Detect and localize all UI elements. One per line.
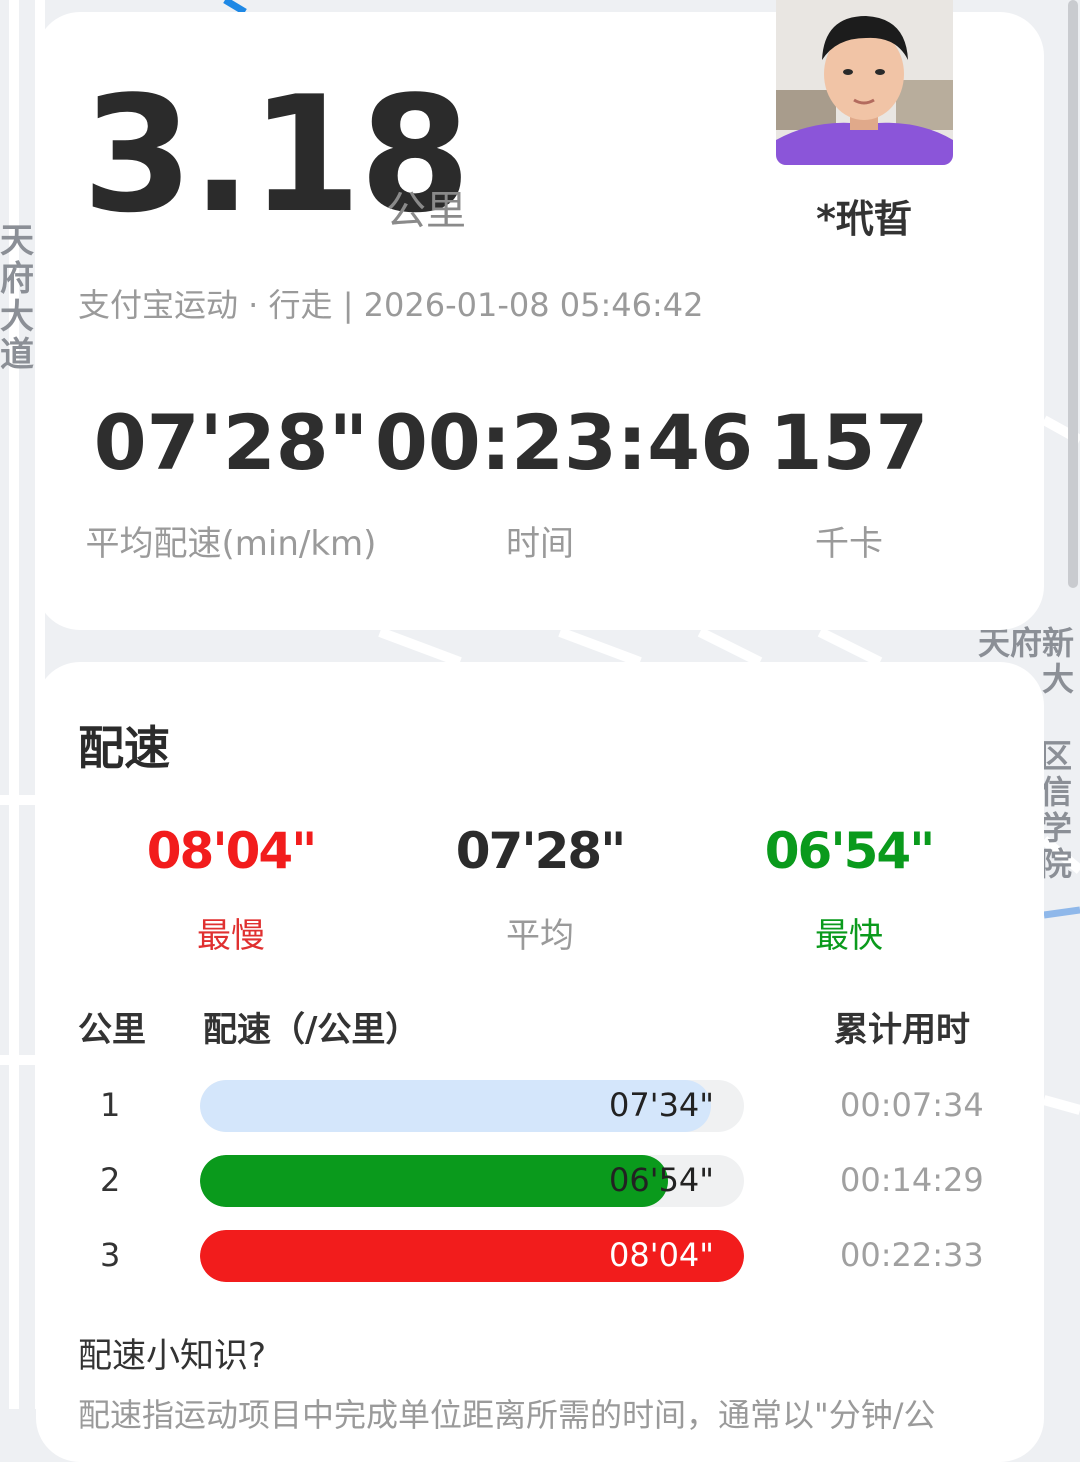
- stat-calories-label: 千卡: [815, 524, 883, 564]
- split-km: 3: [100, 1236, 121, 1274]
- stat-time-value: 00:23:46: [375, 398, 754, 487]
- user-photo: [776, 0, 953, 165]
- map-road-label: 天府大道: [0, 221, 34, 375]
- split-pace-value: 07'34": [609, 1086, 714, 1124]
- split-cumulative-time: 00:14:29: [840, 1161, 984, 1199]
- stat-time-label: 时间: [506, 524, 574, 564]
- slowest-pace-label: 最慢: [197, 916, 265, 956]
- split-cumulative-time: 00:22:33: [840, 1236, 984, 1274]
- column-header-cumulative: 累计用时: [834, 1010, 970, 1050]
- split-km: 1: [100, 1086, 121, 1124]
- slowest-pace-value: 08'04": [146, 822, 318, 880]
- stat-avg-pace-label: 平均配速(min/km): [85, 524, 377, 564]
- split-pace-value: 06'54": [609, 1161, 714, 1199]
- stat-avg-pace-value: 07'28": [93, 398, 369, 487]
- column-header-pace: 配速（/公里）: [203, 1010, 420, 1050]
- map-area-label: 区信学院: [1040, 738, 1073, 882]
- split-pace-bar: 06'54": [200, 1155, 744, 1207]
- avatar[interactable]: [776, 0, 953, 165]
- fastest-pace-value: 06'54": [764, 822, 936, 880]
- split-km: 2: [100, 1161, 121, 1199]
- average-pace-label: 平均: [506, 916, 574, 956]
- scrollbar-thumb[interactable]: [1068, 0, 1078, 588]
- username: *玳晢: [816, 197, 912, 241]
- activity-meta: 支付宝运动 · 行走 | 2026-01-08 05:46:42: [78, 286, 704, 324]
- split-pace-bar: 08'04": [200, 1230, 744, 1282]
- split-pace-bar: 07'34": [200, 1080, 744, 1132]
- split-pace-value: 08'04": [609, 1236, 714, 1274]
- pace-section-title: 配速: [78, 721, 170, 775]
- column-header-km: 公里: [78, 1010, 146, 1050]
- split-pace-bar-fill: [200, 1155, 668, 1207]
- pace-tip-link[interactable]: 配速小知识?: [78, 1328, 266, 1377]
- stat-calories-value: 157: [769, 398, 929, 487]
- distance-unit: 公里: [386, 188, 466, 234]
- pace-tip-text: 配速指运动项目中完成单位距离所需的时间，通常以"分钟/公: [78, 1396, 936, 1434]
- split-cumulative-time: 00:07:34: [840, 1086, 984, 1124]
- fastest-pace-label: 最快: [815, 916, 883, 956]
- average-pace-value: 07'28": [455, 822, 627, 880]
